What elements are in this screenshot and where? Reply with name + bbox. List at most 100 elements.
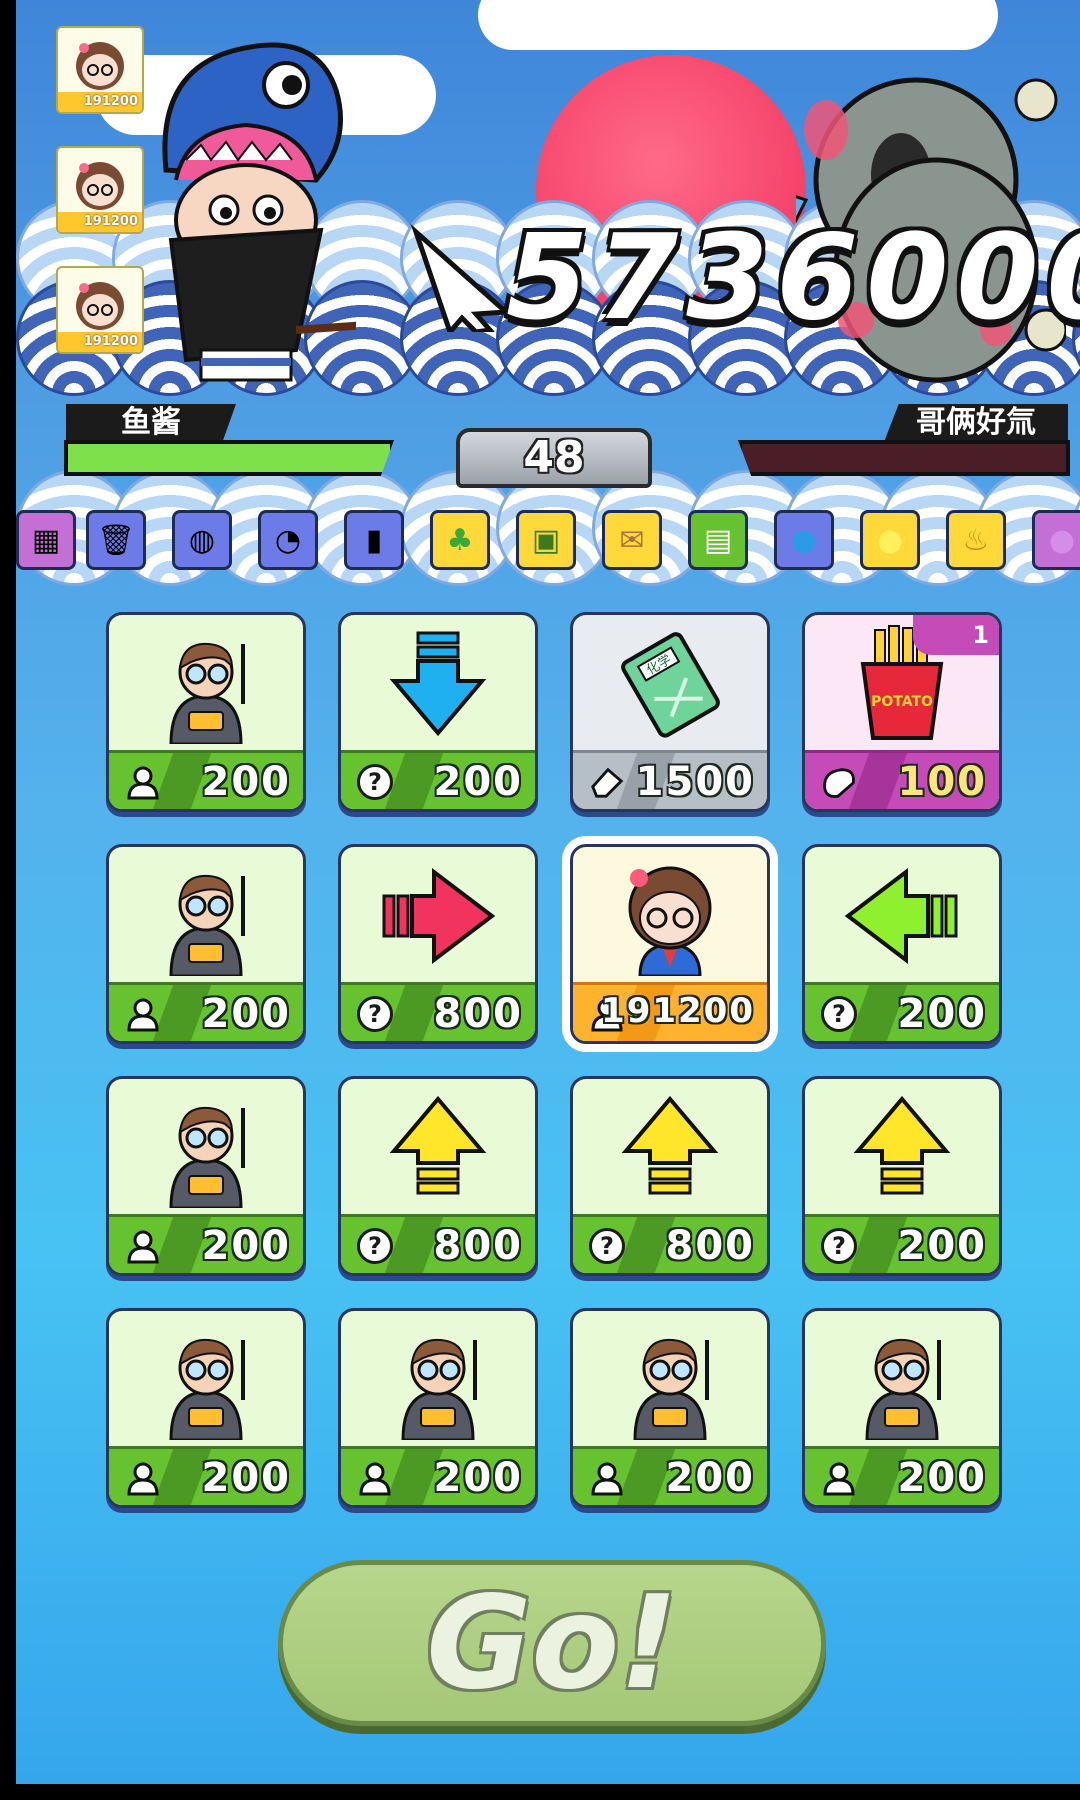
cost-type — [125, 996, 161, 1032]
card-value: 191200 — [601, 991, 755, 1031]
card-arrow-up-yellow[interactable]: ? 800 — [338, 1076, 538, 1276]
card-cost-bar: ? 800 — [573, 1214, 767, 1273]
card-chemistry-book[interactable]: 化学 1500 — [570, 612, 770, 812]
player-portrait[interactable]: 191200 — [56, 26, 144, 114]
card-teacher[interactable]: 200 — [106, 1308, 306, 1508]
scroll-icon[interactable]: ✉ — [602, 510, 662, 570]
card-cost-bar: ? 800 — [341, 1214, 535, 1273]
portrait-score: 191200 — [58, 92, 142, 112]
damage-number: 5736000 — [506, 208, 1080, 346]
arrow-up-icon — [853, 1095, 951, 1195]
go-button-label: Go! — [426, 1568, 678, 1718]
calculator-icon[interactable]: ▦ — [16, 510, 76, 570]
clover-icon[interactable]: ♣ — [430, 510, 490, 570]
question-icon: ? — [589, 1228, 625, 1264]
hit-arrow-icon — [410, 223, 513, 332]
portrait-score: 191200 — [58, 332, 142, 352]
card-girl[interactable]: 191200 — [562, 836, 778, 1052]
egg-nest-icon[interactable]: ◔ — [258, 510, 318, 570]
eraser-icon — [591, 767, 624, 798]
person-icon — [359, 1462, 391, 1496]
cloud-top — [478, 0, 998, 50]
cost-type — [357, 1460, 393, 1496]
card-teacher[interactable]: 200 — [802, 1308, 1002, 1508]
card-arrow-left-green[interactable]: ? 200 — [802, 844, 1002, 1044]
question-icon: ? — [821, 1228, 857, 1264]
balloon-purple-icon[interactable]: ● — [1032, 510, 1080, 570]
player-character — [162, 42, 356, 382]
cost-type: ? — [589, 1228, 625, 1264]
cost-type: ? — [357, 764, 393, 800]
card-value: 200 — [897, 991, 987, 1037]
cost-type — [821, 764, 857, 800]
card-value: 800 — [433, 991, 523, 1037]
card-arrow-right-red[interactable]: ? 800 — [338, 844, 538, 1044]
player-hp-fill — [68, 444, 390, 472]
card-art — [109, 1079, 303, 1217]
card-cost-bar: 200 — [341, 1446, 535, 1505]
portrait-score: 191200 — [58, 212, 142, 232]
question-icon: ? — [357, 1228, 393, 1264]
balloon-yellow-icon[interactable]: ● — [860, 510, 920, 570]
player-hp-bar — [64, 440, 394, 476]
card-cost-bar: ? 200 — [341, 750, 535, 809]
arrow-up-icon — [389, 1095, 487, 1195]
person-icon — [127, 766, 159, 800]
player-portrait-list: 191200 191200 191200 — [56, 26, 144, 386]
card-art — [341, 1079, 535, 1217]
card-art — [805, 1079, 999, 1217]
card-teacher[interactable]: 200 — [106, 1076, 306, 1276]
card-value: 200 — [201, 1223, 291, 1269]
balloon-blue-icon[interactable]: ● — [774, 510, 834, 570]
card-cost-bar: 200 — [109, 982, 303, 1041]
card-teacher[interactable]: 200 — [570, 1308, 770, 1508]
card-value: 200 — [201, 1455, 291, 1501]
cost-type — [125, 1460, 161, 1496]
cost-type: ? — [357, 1228, 393, 1264]
question-icon: ? — [821, 996, 857, 1032]
treasure-chest-icon[interactable]: ▣ — [516, 510, 576, 570]
card-value: 800 — [433, 1223, 523, 1269]
frying-pan-icon[interactable]: ◍ — [172, 510, 232, 570]
card-cost-bar: 100 — [805, 750, 999, 809]
teacher-icon — [169, 642, 245, 744]
magic-lamp-icon[interactable]: ♨ — [946, 510, 1006, 570]
person-icon — [591, 1462, 623, 1496]
question-icon: ? — [357, 764, 393, 800]
opponent-hp-bar — [738, 440, 1070, 476]
cost-type — [125, 764, 161, 800]
count-badge: 1 — [913, 615, 999, 655]
girl-avatar-icon — [76, 42, 124, 90]
card-art — [341, 1311, 535, 1449]
card-fries[interactable]: POTATO 1 100 — [802, 612, 1002, 812]
card-cost-bar: 200 — [573, 1446, 767, 1505]
battery-icon[interactable]: ▮ — [344, 510, 404, 570]
player-portrait[interactable]: 191200 — [56, 146, 144, 234]
cost-type — [125, 1228, 161, 1264]
arrow-down-icon — [389, 631, 487, 737]
card-value: 200 — [665, 1455, 755, 1501]
card-cost-bar: 200 — [805, 1446, 999, 1505]
card-value: 800 — [665, 1223, 755, 1269]
certificate-icon[interactable]: ▤ — [688, 510, 748, 570]
trash-bin-icon[interactable]: 🗑 — [86, 510, 146, 570]
card-arrow-down-blue[interactable]: ? 200 — [338, 612, 538, 812]
card-teacher[interactable]: 200 — [106, 612, 306, 812]
player-portrait[interactable]: 191200 — [56, 266, 144, 354]
card-arrow-up-yellow[interactable]: ? 800 — [570, 1076, 770, 1276]
screen-edge-left — [0, 0, 16, 1800]
card-art — [573, 1079, 767, 1217]
card-teacher[interactable]: 200 — [106, 844, 306, 1044]
arrow-up-icon — [621, 1095, 719, 1195]
card-teacher[interactable]: 200 — [338, 1308, 538, 1508]
card-cost-bar: ? 800 — [341, 982, 535, 1041]
card-value: 200 — [433, 759, 523, 805]
teacher-icon — [169, 1106, 245, 1208]
cost-type — [589, 1460, 625, 1496]
question-icon: ? — [357, 996, 393, 1032]
battle-scene: 5736000 191200 191200 191200 鱼酱 48 哥俩好氚 … — [16, 0, 1080, 590]
go-button[interactable]: Go! — [278, 1560, 826, 1726]
girl-avatar-icon — [76, 162, 124, 210]
card-arrow-up-yellow[interactable]: ? 200 — [802, 1076, 1002, 1276]
player-name: 鱼酱 — [66, 404, 236, 442]
